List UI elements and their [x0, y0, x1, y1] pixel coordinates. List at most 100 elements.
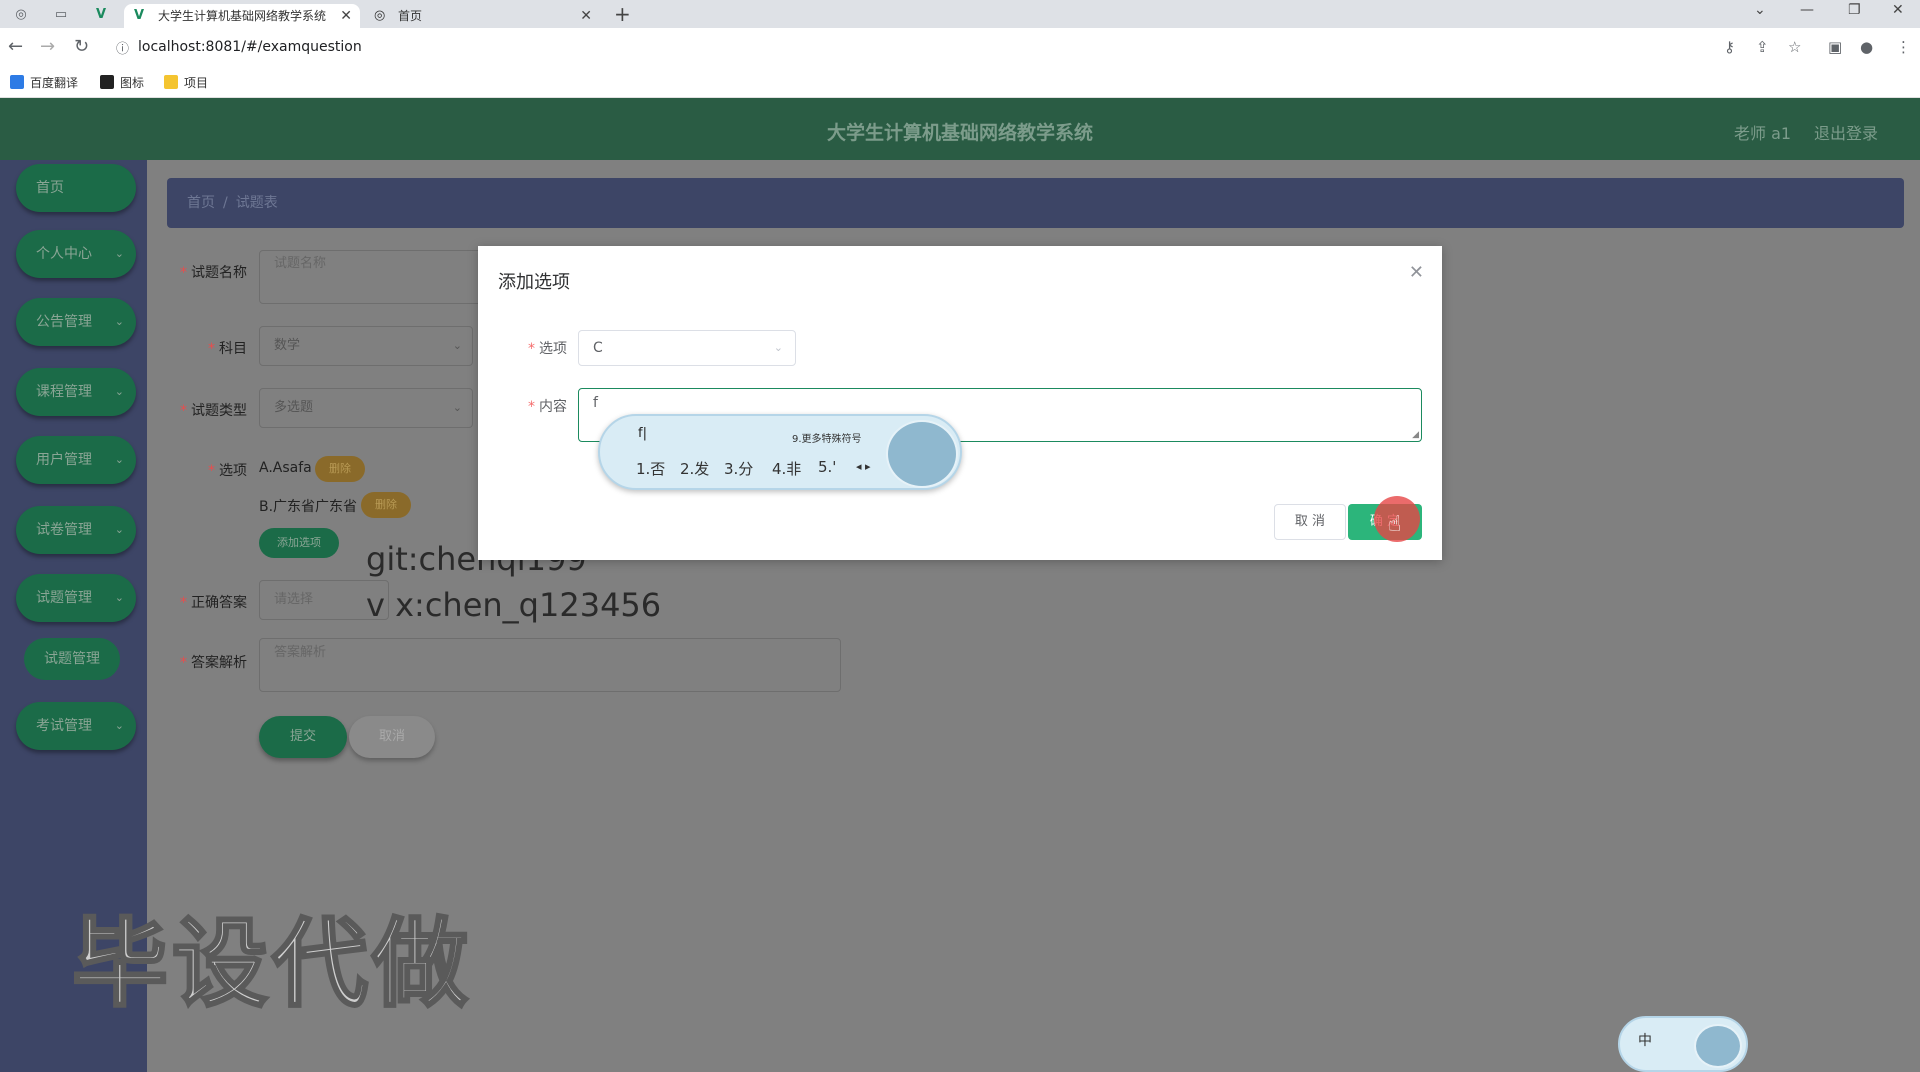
breadcrumb-home[interactable]: 首页 — [187, 195, 215, 211]
sidebar-item-home[interactable]: 首页 — [16, 164, 136, 212]
answer-analysis-textarea[interactable]: 答案解析 — [259, 638, 841, 692]
browser-tab-bar: ◎ ▭ V V 大学生计算机基础网络教学系统 ✕ ◎ 首页 ✕ + ⌄ — ❐ … — [0, 0, 1920, 28]
bookmark-project[interactable]: 项目 — [164, 74, 208, 91]
ime-hint: 9.更多特殊符号 — [792, 434, 862, 445]
subject-label: * 科目 — [208, 341, 247, 357]
watermark-big: 毕设代做 — [71, 907, 472, 1022]
watermark-wx: v x:chen_q123456 — [366, 586, 662, 624]
sidepanel-icon[interactable]: ▣ — [1828, 38, 1842, 56]
options-label: * 选项 — [208, 463, 247, 479]
tab-home[interactable]: ◎ 首页 ✕ — [364, 4, 600, 28]
app-title: 大学生计算机基础网络教学系统 — [826, 122, 1093, 144]
sidebar-item-notices[interactable]: 公告管理 ⌄ — [16, 298, 136, 346]
resize-handle-icon[interactable]: ◢ — [1412, 430, 1419, 440]
breadcrumb: 首页 / 试题表 — [167, 178, 1904, 228]
new-tab-icon[interactable]: + — [614, 2, 631, 26]
globe-icon: ◎ — [374, 8, 386, 23]
profile-icon[interactable]: ● — [1860, 38, 1873, 56]
vue-favicon-icon: V — [134, 8, 145, 23]
bookmark-baidu-translate[interactable]: 百度翻译 — [10, 74, 78, 91]
question-type-select[interactable]: 多选题 ⌄ — [259, 388, 473, 428]
chevron-down-icon: ⌄ — [452, 401, 462, 414]
dialog-content-label: * 内容 — [528, 399, 567, 415]
form-cancel-button[interactable]: 取消 — [349, 716, 435, 758]
chevron-down-icon: ⌄ — [114, 523, 124, 536]
back-icon[interactable]: ← — [8, 36, 23, 57]
tab-active[interactable]: V 大学生计算机基础网络教学系统 ✕ — [124, 4, 360, 28]
question-name-input[interactable]: 试题名称 — [259, 250, 489, 304]
sidebar-item-papers[interactable]: 试卷管理 ⌄ — [16, 506, 136, 554]
submit-button[interactable]: 提交 — [259, 716, 347, 758]
ime-candidate[interactable]: 3.分 — [724, 458, 753, 479]
tab-title: 大学生计算机基础网络教学系统 — [158, 9, 327, 23]
ime-candidate[interactable]: 1.否 — [636, 458, 665, 479]
question-name-label: * 试题名称 — [180, 265, 247, 281]
ime-skin-orb-icon — [1694, 1024, 1742, 1068]
ime-candidate[interactable]: 5.' — [818, 458, 836, 476]
correct-answer-label: * 正确答案 — [180, 595, 247, 611]
chevron-down-icon: ⌄ — [114, 453, 124, 466]
info-icon[interactable]: ⓘ — [116, 38, 129, 57]
folder-icon — [164, 75, 178, 89]
dialog-option-label: * 选项 — [528, 341, 567, 357]
tab-search-chevron-icon[interactable]: ⌄ — [1754, 2, 1766, 18]
ime-composition: f| — [638, 426, 647, 441]
tab-title: 首页 — [398, 9, 423, 23]
ime-skin-orb-icon — [886, 420, 958, 488]
chevron-down-icon: ⌄ — [773, 341, 783, 354]
translate-icon — [10, 75, 24, 89]
star-icon[interactable]: ☆ — [1788, 38, 1801, 56]
app-header: 大学生计算机基础网络教学系统 老师 a1 退出登录 — [0, 98, 1920, 160]
ime-candidate-window: f| 9.更多特殊符号 1.否 2.发 3.分 4.非 5.' ◂ ▸ — [598, 414, 962, 490]
tab-blank-icon[interactable]: ▭ — [48, 4, 74, 26]
menu-kebab-icon[interactable]: ⋮ — [1896, 38, 1911, 56]
option-a-text: A.Asafa — [259, 460, 312, 476]
add-option-button[interactable]: 添加选项 — [259, 528, 339, 558]
forward-icon[interactable]: → — [40, 36, 55, 57]
close-icon[interactable]: ✕ — [340, 4, 352, 28]
ime-mode: 中 — [1638, 1033, 1652, 1049]
key-icon[interactable]: ⚷ — [1724, 38, 1735, 56]
ime-candidate[interactable]: 4.非 — [772, 458, 801, 479]
restore-icon[interactable]: ❐ — [1848, 2, 1861, 18]
close-icon[interactable]: ✕ — [1409, 262, 1424, 283]
vue-icon[interactable]: V — [88, 4, 114, 26]
chevron-down-icon: ⌄ — [114, 591, 124, 604]
dialog-option-select[interactable]: C ⌄ — [578, 330, 796, 366]
dialog-cancel-button[interactable]: 取 消 — [1274, 504, 1346, 540]
ime-status-bar[interactable]: 中 — [1618, 1016, 1748, 1072]
delete-option-b-button[interactable]: 删除 — [361, 492, 411, 518]
sidebar-item-exams[interactable]: 考试管理 ⌄ — [16, 702, 136, 750]
share-icon[interactable]: ⇪ — [1756, 38, 1769, 56]
tab-search-icon[interactable]: ◎ — [8, 4, 34, 26]
dialog-title: 添加选项 — [498, 272, 570, 293]
add-option-dialog: 添加选项 ✕ *选项 C ⌄ *内容 f ◢ 取 消 确 定 ☝ — [478, 246, 1442, 560]
delete-option-a-button[interactable]: 删除 — [315, 456, 365, 482]
logout-link[interactable]: 退出登录 — [1814, 120, 1878, 144]
window-close-icon[interactable]: ✕ — [1892, 2, 1904, 18]
subject-select[interactable]: 数学 ⌄ — [259, 326, 473, 366]
question-type-label: * 试题类型 — [180, 403, 247, 419]
url-field[interactable]: ⓘ localhost:8081/#/examquestion — [104, 32, 1804, 62]
sidebar-item-questions[interactable]: 试题管理 ⌄ — [16, 574, 136, 622]
ime-candidate[interactable]: 2.发 — [680, 458, 709, 479]
sidebar-subitem-questions[interactable]: 试题管理 — [24, 638, 120, 680]
bookmark-icons[interactable]: 图标 — [100, 74, 144, 91]
ime-page-arrows-icon[interactable]: ◂ ▸ — [856, 460, 871, 473]
image-icon — [100, 75, 114, 89]
sidebar-item-users[interactable]: 用户管理 ⌄ — [16, 436, 136, 484]
close-icon[interactable]: ✕ — [580, 4, 592, 28]
breadcrumb-separator: / — [223, 195, 228, 211]
address-bar: ← → ↻ ⓘ localhost:8081/#/examquestion ⚷ … — [0, 28, 1920, 66]
minimize-icon[interactable]: — — [1800, 2, 1814, 18]
hand-cursor-icon: ☝ — [1388, 512, 1402, 537]
chevron-down-icon: ⌄ — [452, 339, 462, 352]
chevron-down-icon: ⌄ — [114, 385, 124, 398]
sidebar-item-profile[interactable]: 个人中心 ⌄ — [16, 230, 136, 278]
reload-icon[interactable]: ↻ — [74, 36, 89, 57]
breadcrumb-current: 试题表 — [235, 195, 278, 211]
chevron-down-icon: ⌄ — [114, 315, 124, 328]
url-text: localhost:8081/#/examquestion — [138, 39, 362, 55]
chevron-down-icon: ⌄ — [114, 247, 124, 260]
sidebar-item-courses[interactable]: 课程管理 ⌄ — [16, 368, 136, 416]
